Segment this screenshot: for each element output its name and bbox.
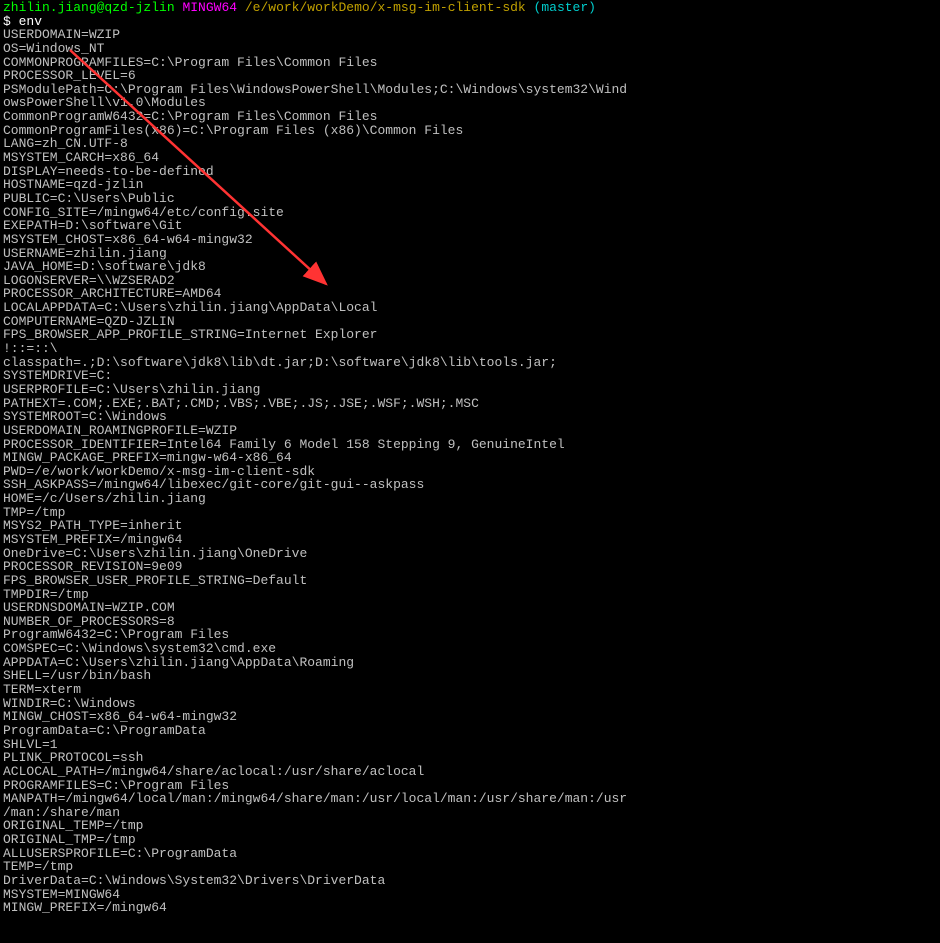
- env-var-line: TERM=xterm: [3, 683, 937, 697]
- prompt-path: /e/work/workDemo/x-msg-im-client-sdk: [245, 0, 526, 15]
- env-var-line: /man:/share/man: [3, 806, 937, 820]
- env-var-line: USERDOMAIN=WZIP: [3, 28, 937, 42]
- env-var-line: PLINK_PROTOCOL=ssh: [3, 751, 937, 765]
- env-var-line: PSModulePath=C:\Program Files\WindowsPow…: [3, 83, 937, 97]
- prompt-branch: (master): [534, 0, 596, 15]
- env-var-line: TMP=/tmp: [3, 506, 937, 520]
- env-var-line: JAVA_HOME=D:\software\jdk8: [3, 260, 937, 274]
- env-var-line: owsPowerShell\v1.0\Modules: [3, 96, 937, 110]
- env-var-line: !::=::\: [3, 342, 937, 356]
- env-var-line: PROCESSOR_IDENTIFIER=Intel64 Family 6 Mo…: [3, 438, 937, 452]
- env-var-line: APPDATA=C:\Users\zhilin.jiang\AppData\Ro…: [3, 656, 937, 670]
- env-var-line: CommonProgramW6432=C:\Program Files\Comm…: [3, 110, 937, 124]
- env-var-line: CONFIG_SITE=/mingw64/etc/config.site: [3, 206, 937, 220]
- env-var-line: ORIGINAL_TEMP=/tmp: [3, 819, 937, 833]
- env-var-line: MINGW_PREFIX=/mingw64: [3, 901, 937, 915]
- env-var-line: TMPDIR=/tmp: [3, 588, 937, 602]
- command-line[interactable]: $ env: [3, 15, 937, 29]
- env-var-line: CommonProgramFiles(x86)=C:\Program Files…: [3, 124, 937, 138]
- env-var-line: MSYSTEM=MINGW64: [3, 888, 937, 902]
- env-var-line: HOSTNAME=qzd-jzlin: [3, 178, 937, 192]
- env-var-line: COMMONPROGRAMFILES=C:\Program Files\Comm…: [3, 56, 937, 70]
- env-var-line: FPS_BROWSER_APP_PROFILE_STRING=Internet …: [3, 328, 937, 342]
- env-var-line: MSYSTEM_PREFIX=/mingw64: [3, 533, 937, 547]
- env-var-line: LOGONSERVER=\\WZSERAD2: [3, 274, 937, 288]
- env-var-line: USERPROFILE=C:\Users\zhilin.jiang: [3, 383, 937, 397]
- env-var-line: MSYSTEM_CHOST=x86_64-w64-mingw32: [3, 233, 937, 247]
- prompt-mingw: MINGW64: [182, 0, 237, 15]
- env-var-line: DriverData=C:\Windows\System32\Drivers\D…: [3, 874, 937, 888]
- env-var-line: WINDIR=C:\Windows: [3, 697, 937, 711]
- env-var-line: SSH_ASKPASS=/mingw64/libexec/git-core/gi…: [3, 478, 937, 492]
- env-var-line: SYSTEMROOT=C:\Windows: [3, 410, 937, 424]
- terminal-output: USERDOMAIN=WZIPOS=Windows_NTCOMMONPROGRA…: [3, 28, 937, 915]
- env-var-line: EXEPATH=D:\software\Git: [3, 219, 937, 233]
- env-var-line: USERNAME=zhilin.jiang: [3, 247, 937, 261]
- env-var-line: COMPUTERNAME=QZD-JZLIN: [3, 315, 937, 329]
- env-var-line: PROCESSOR_ARCHITECTURE=AMD64: [3, 287, 937, 301]
- env-var-line: PROGRAMFILES=C:\Program Files: [3, 779, 937, 793]
- env-var-line: MANPATH=/mingw64/local/man:/mingw64/shar…: [3, 792, 937, 806]
- env-var-line: ALLUSERSPROFILE=C:\ProgramData: [3, 847, 937, 861]
- env-var-line: PATHEXT=.COM;.EXE;.BAT;.CMD;.VBS;.VBE;.J…: [3, 397, 937, 411]
- env-var-line: MSYS2_PATH_TYPE=inherit: [3, 519, 937, 533]
- env-var-line: PROCESSOR_REVISION=9e09: [3, 560, 937, 574]
- env-var-line: TEMP=/tmp: [3, 860, 937, 874]
- env-var-line: DISPLAY=needs-to-be-defined: [3, 165, 937, 179]
- env-var-line: ORIGINAL_TMP=/tmp: [3, 833, 937, 847]
- env-var-line: MINGW_PACKAGE_PREFIX=mingw-w64-x86_64: [3, 451, 937, 465]
- env-var-line: ACLOCAL_PATH=/mingw64/share/aclocal:/usr…: [3, 765, 937, 779]
- env-var-line: OneDrive=C:\Users\zhilin.jiang\OneDrive: [3, 547, 937, 561]
- env-var-line: LANG=zh_CN.UTF-8: [3, 137, 937, 151]
- env-var-line: COMSPEC=C:\Windows\system32\cmd.exe: [3, 642, 937, 656]
- env-var-line: USERDNSDOMAIN=WZIP.COM: [3, 601, 937, 615]
- env-var-line: PWD=/e/work/workDemo/x-msg-im-client-sdk: [3, 465, 937, 479]
- env-var-line: USERDOMAIN_ROAMINGPROFILE=WZIP: [3, 424, 937, 438]
- prompt-line: zhilin.jiang@qzd-jzlin MINGW64 /e/work/w…: [3, 1, 937, 15]
- env-var-line: FPS_BROWSER_USER_PROFILE_STRING=Default: [3, 574, 937, 588]
- env-var-line: SHLVL=1: [3, 738, 937, 752]
- env-var-line: ProgramW6432=C:\Program Files: [3, 628, 937, 642]
- env-var-line: NUMBER_OF_PROCESSORS=8: [3, 615, 937, 629]
- env-var-line: SHELL=/usr/bin/bash: [3, 669, 937, 683]
- env-var-line: ProgramData=C:\ProgramData: [3, 724, 937, 738]
- env-var-line: PUBLIC=C:\Users\Public: [3, 192, 937, 206]
- env-var-line: HOME=/c/Users/zhilin.jiang: [3, 492, 937, 506]
- env-var-line: MSYSTEM_CARCH=x86_64: [3, 151, 937, 165]
- env-var-line: MINGW_CHOST=x86_64-w64-mingw32: [3, 710, 937, 724]
- env-var-line: SYSTEMDRIVE=C:: [3, 369, 937, 383]
- env-var-line: LOCALAPPDATA=C:\Users\zhilin.jiang\AppDa…: [3, 301, 937, 315]
- env-var-line: classpath=.;D:\software\jdk8\lib\dt.jar;…: [3, 356, 937, 370]
- env-var-line: PROCESSOR_LEVEL=6: [3, 69, 937, 83]
- env-var-line: OS=Windows_NT: [3, 42, 937, 56]
